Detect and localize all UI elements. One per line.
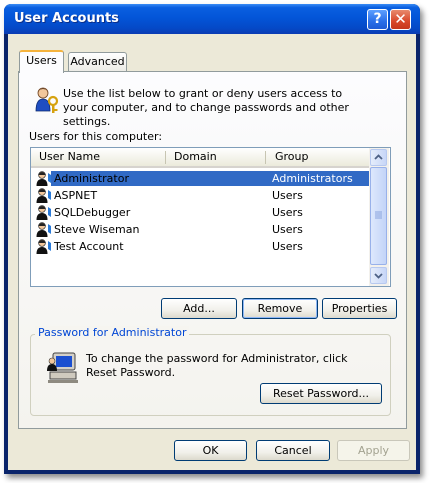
user-name: SQLDebugger — [54, 206, 131, 219]
user-row-steve-wiseman[interactable]: Steve Wiseman Users — [31, 221, 369, 238]
user-row-aspnet[interactable]: ASPNET Users — [31, 187, 369, 204]
user-row-test-account[interactable]: Test Account Users — [31, 238, 369, 255]
user-name: Steve Wiseman — [54, 223, 140, 236]
tab-advanced[interactable]: Advanced — [68, 52, 127, 71]
column-user-name[interactable]: User Name — [31, 148, 159, 166]
user-group: Users — [272, 189, 303, 202]
apply-button[interactable]: Apply — [337, 440, 410, 461]
user-icon — [36, 205, 51, 220]
scroll-thumb[interactable] — [370, 167, 387, 265]
window-title: User Accounts — [14, 11, 119, 26]
user-group: Administrators — [271, 171, 370, 186]
password-instructions: To change the password for Administrator… — [86, 352, 348, 379]
list-scrollbar[interactable] — [369, 148, 389, 286]
users-listview[interactable]: User Name Domain Group Administrator Adm… — [30, 147, 391, 287]
user-icon — [36, 222, 51, 237]
tab-users[interactable]: Users — [19, 50, 64, 73]
user-icon — [36, 171, 51, 186]
user-accounts-window: User Accounts ? ✕ Advanced Users Use the… — [4, 4, 420, 474]
user-name: ASPNET — [54, 189, 98, 202]
computer-password-icon — [47, 352, 78, 383]
grip-icon — [375, 211, 382, 219]
title-bar[interactable]: User Accounts ? ✕ — [4, 4, 420, 34]
scroll-up-button[interactable] — [370, 149, 387, 166]
chevron-down-icon — [374, 273, 383, 279]
users-list-label: Users for this computer: — [29, 130, 163, 143]
chevron-up-icon — [374, 154, 383, 160]
remove-user-button[interactable]: Remove — [242, 298, 318, 319]
close-button[interactable]: ✕ — [390, 9, 411, 30]
password-group-title: Password for Administrator — [35, 326, 190, 339]
user-group: Users — [272, 223, 303, 236]
scroll-down-button[interactable] — [370, 267, 387, 284]
users-key-icon — [35, 87, 59, 113]
user-group: Users — [272, 240, 303, 253]
column-domain[interactable]: Domain — [166, 148, 264, 166]
column-group[interactable]: Group — [267, 148, 365, 166]
cancel-button[interactable]: Cancel — [256, 440, 330, 461]
ok-button[interactable]: OK — [174, 440, 247, 461]
user-name: Test Account — [54, 240, 124, 253]
user-icon — [36, 239, 51, 254]
user-row-sqldebugger[interactable]: SQLDebugger Users — [31, 204, 369, 221]
dialog-body: Advanced Users Use the list below to gra… — [8, 34, 416, 470]
add-user-button[interactable]: Add... — [161, 298, 237, 319]
list-header: User Name Domain Group — [31, 148, 369, 168]
user-row-administrator[interactable]: Administrator Administrators — [31, 170, 370, 187]
reset-password-button[interactable]: Reset Password... — [260, 383, 382, 404]
intro-text: Use the list below to grant or deny user… — [63, 87, 349, 128]
user-icon — [36, 188, 51, 203]
properties-button[interactable]: Properties — [322, 298, 397, 319]
user-name: Administrator — [54, 172, 129, 185]
user-group: Users — [272, 206, 303, 219]
help-button[interactable]: ? — [367, 9, 388, 30]
